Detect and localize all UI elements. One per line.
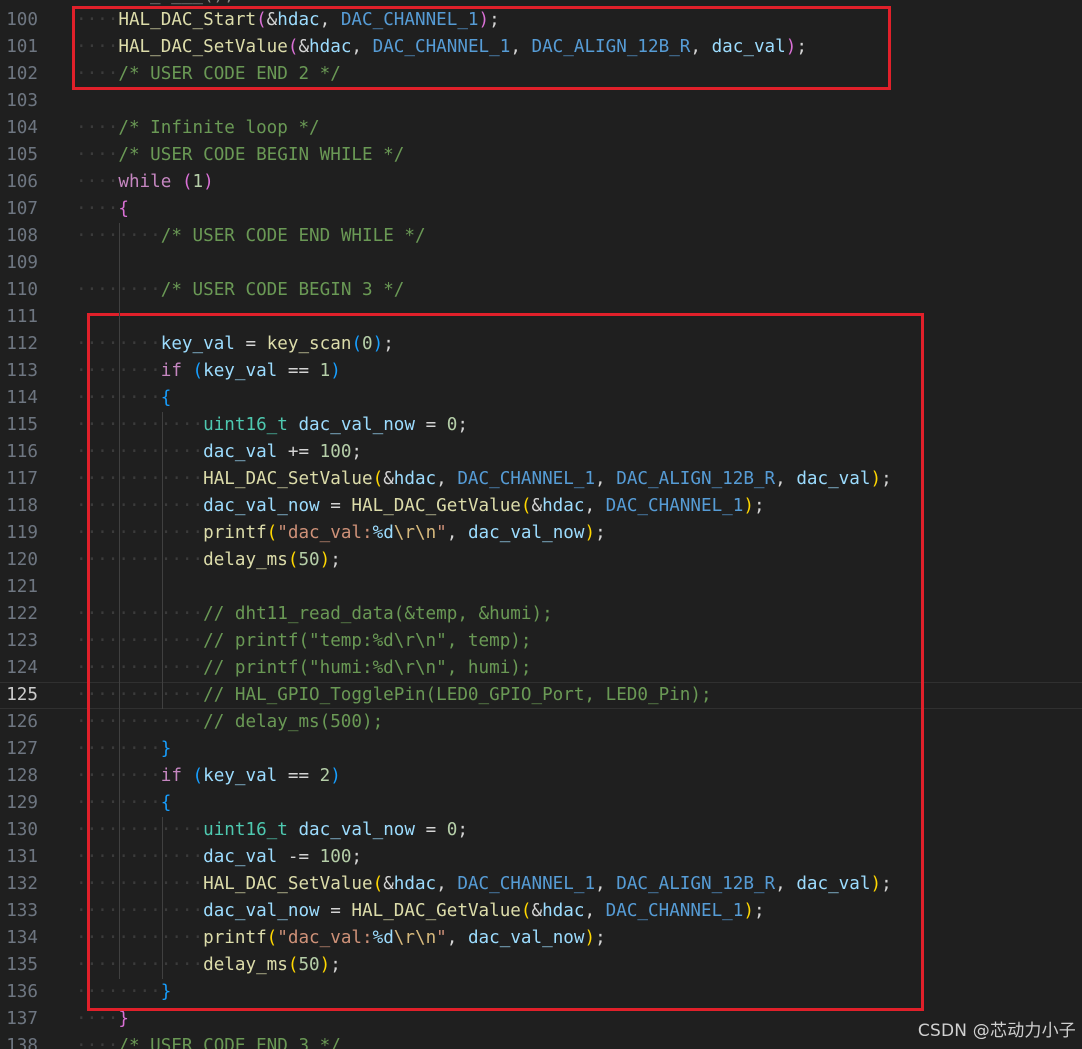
code-line[interactable]: 104 ····/* Infinite loop */ — [0, 115, 1082, 142]
code-token: /* USER CODE END 3 */ — [118, 1036, 341, 1049]
code-editor[interactable]: _ ___(); 100····HAL_DAC_Start(&hdac, DAC… — [0, 0, 1082, 1049]
whitespace-marker: ···· — [76, 1009, 119, 1029]
indent-guide — [119, 223, 121, 979]
line-number: 133 — [6, 901, 38, 921]
clipped-previous-line: _ ___(); — [150, 0, 235, 4]
code-text: ····/* Infinite loop */ — [76, 115, 320, 142]
code-text: ········/* USER CODE END WHILE */ — [76, 223, 426, 250]
code-line[interactable]: 110 ········/* USER CODE BEGIN 3 */ — [0, 277, 1082, 304]
line-number: 100 — [6, 10, 38, 30]
line-number: 112 — [6, 334, 38, 354]
line-number: 107 — [6, 199, 38, 219]
code-line[interactable]: 109 — [0, 250, 1082, 277]
code-line[interactable]: 105 ····/* USER CODE BEGIN WHILE */ — [0, 142, 1082, 169]
line-number: 127 — [6, 739, 38, 759]
line-number: 118 — [6, 496, 38, 516]
code-text: ····{ — [76, 196, 129, 223]
code-line[interactable]: 107 ····{ — [0, 196, 1082, 223]
code-text: ····/* USER CODE END 3 */ — [76, 1033, 341, 1049]
code-token: /* Infinite loop */ — [118, 118, 320, 138]
whitespace-marker: ···· — [76, 145, 119, 165]
whitespace-marker: ···· — [76, 172, 119, 192]
line-number: 101 — [6, 37, 38, 57]
whitespace-marker: ···· — [76, 1036, 119, 1049]
highlight-box-dac-init — [72, 6, 891, 90]
line-number: 113 — [6, 361, 38, 381]
whitespace-marker: ···· — [76, 199, 119, 219]
code-token: while — [118, 172, 172, 192]
code-token: /* USER CODE BEGIN WHILE */ — [118, 145, 405, 165]
code-token: 1 — [192, 172, 204, 192]
line-number: 132 — [6, 874, 38, 894]
code-line[interactable]: 106 ····while (1) — [0, 169, 1082, 196]
indent-guide — [162, 412, 164, 709]
line-number: 108 — [6, 226, 38, 246]
whitespace-marker: ···· — [76, 118, 119, 138]
code-token: { — [118, 199, 129, 219]
line-number: 111 — [6, 307, 38, 327]
line-number: 103 — [6, 91, 38, 111]
code-line[interactable]: 108 ········/* USER CODE END WHILE */ — [0, 223, 1082, 250]
line-number: 121 — [6, 577, 38, 597]
line-number: 110 — [6, 280, 38, 300]
watermark: CSDN @芯动力小子 — [917, 1021, 1076, 1041]
line-number: 116 — [6, 442, 38, 462]
code-token: } — [118, 1009, 129, 1029]
line-number: 119 — [6, 523, 38, 543]
line-number: 106 — [6, 172, 38, 192]
line-number: 131 — [6, 847, 38, 867]
line-number: 120 — [6, 550, 38, 570]
indent-guide — [162, 817, 164, 979]
line-number: 137 — [6, 1009, 38, 1029]
line-number: 126 — [6, 712, 38, 732]
line-number: 123 — [6, 631, 38, 651]
line-number: 136 — [6, 982, 38, 1002]
code-token: /* USER CODE END WHILE */ — [160, 226, 426, 246]
line-number: 104 — [6, 118, 38, 138]
code-line[interactable]: 103 — [0, 88, 1082, 115]
line-number: 135 — [6, 955, 38, 975]
line-number: 134 — [6, 928, 38, 948]
line-number: 109 — [6, 253, 38, 273]
line-number: 115 — [6, 415, 38, 435]
line-number: 117 — [6, 469, 38, 489]
code-text: ····/* USER CODE BEGIN WHILE */ — [76, 142, 404, 169]
highlight-box-key-handler — [87, 313, 924, 1011]
line-number: 114 — [6, 388, 38, 408]
code-text: ····while (1) — [76, 169, 214, 196]
line-number: 138 — [6, 1036, 38, 1049]
line-number: 128 — [6, 766, 38, 786]
code-token: /* USER CODE BEGIN 3 */ — [160, 280, 405, 300]
line-number: 122 — [6, 604, 38, 624]
line-number: 105 — [6, 145, 38, 165]
code-token: ( — [181, 172, 193, 192]
line-number: 102 — [6, 64, 38, 84]
line-number: 125 — [6, 685, 38, 705]
line-number: 130 — [6, 820, 38, 840]
code-token: ) — [203, 172, 214, 192]
code-text: ········/* USER CODE BEGIN 3 */ — [76, 277, 404, 304]
line-number: 129 — [6, 793, 38, 813]
line-number: 124 — [6, 658, 38, 678]
